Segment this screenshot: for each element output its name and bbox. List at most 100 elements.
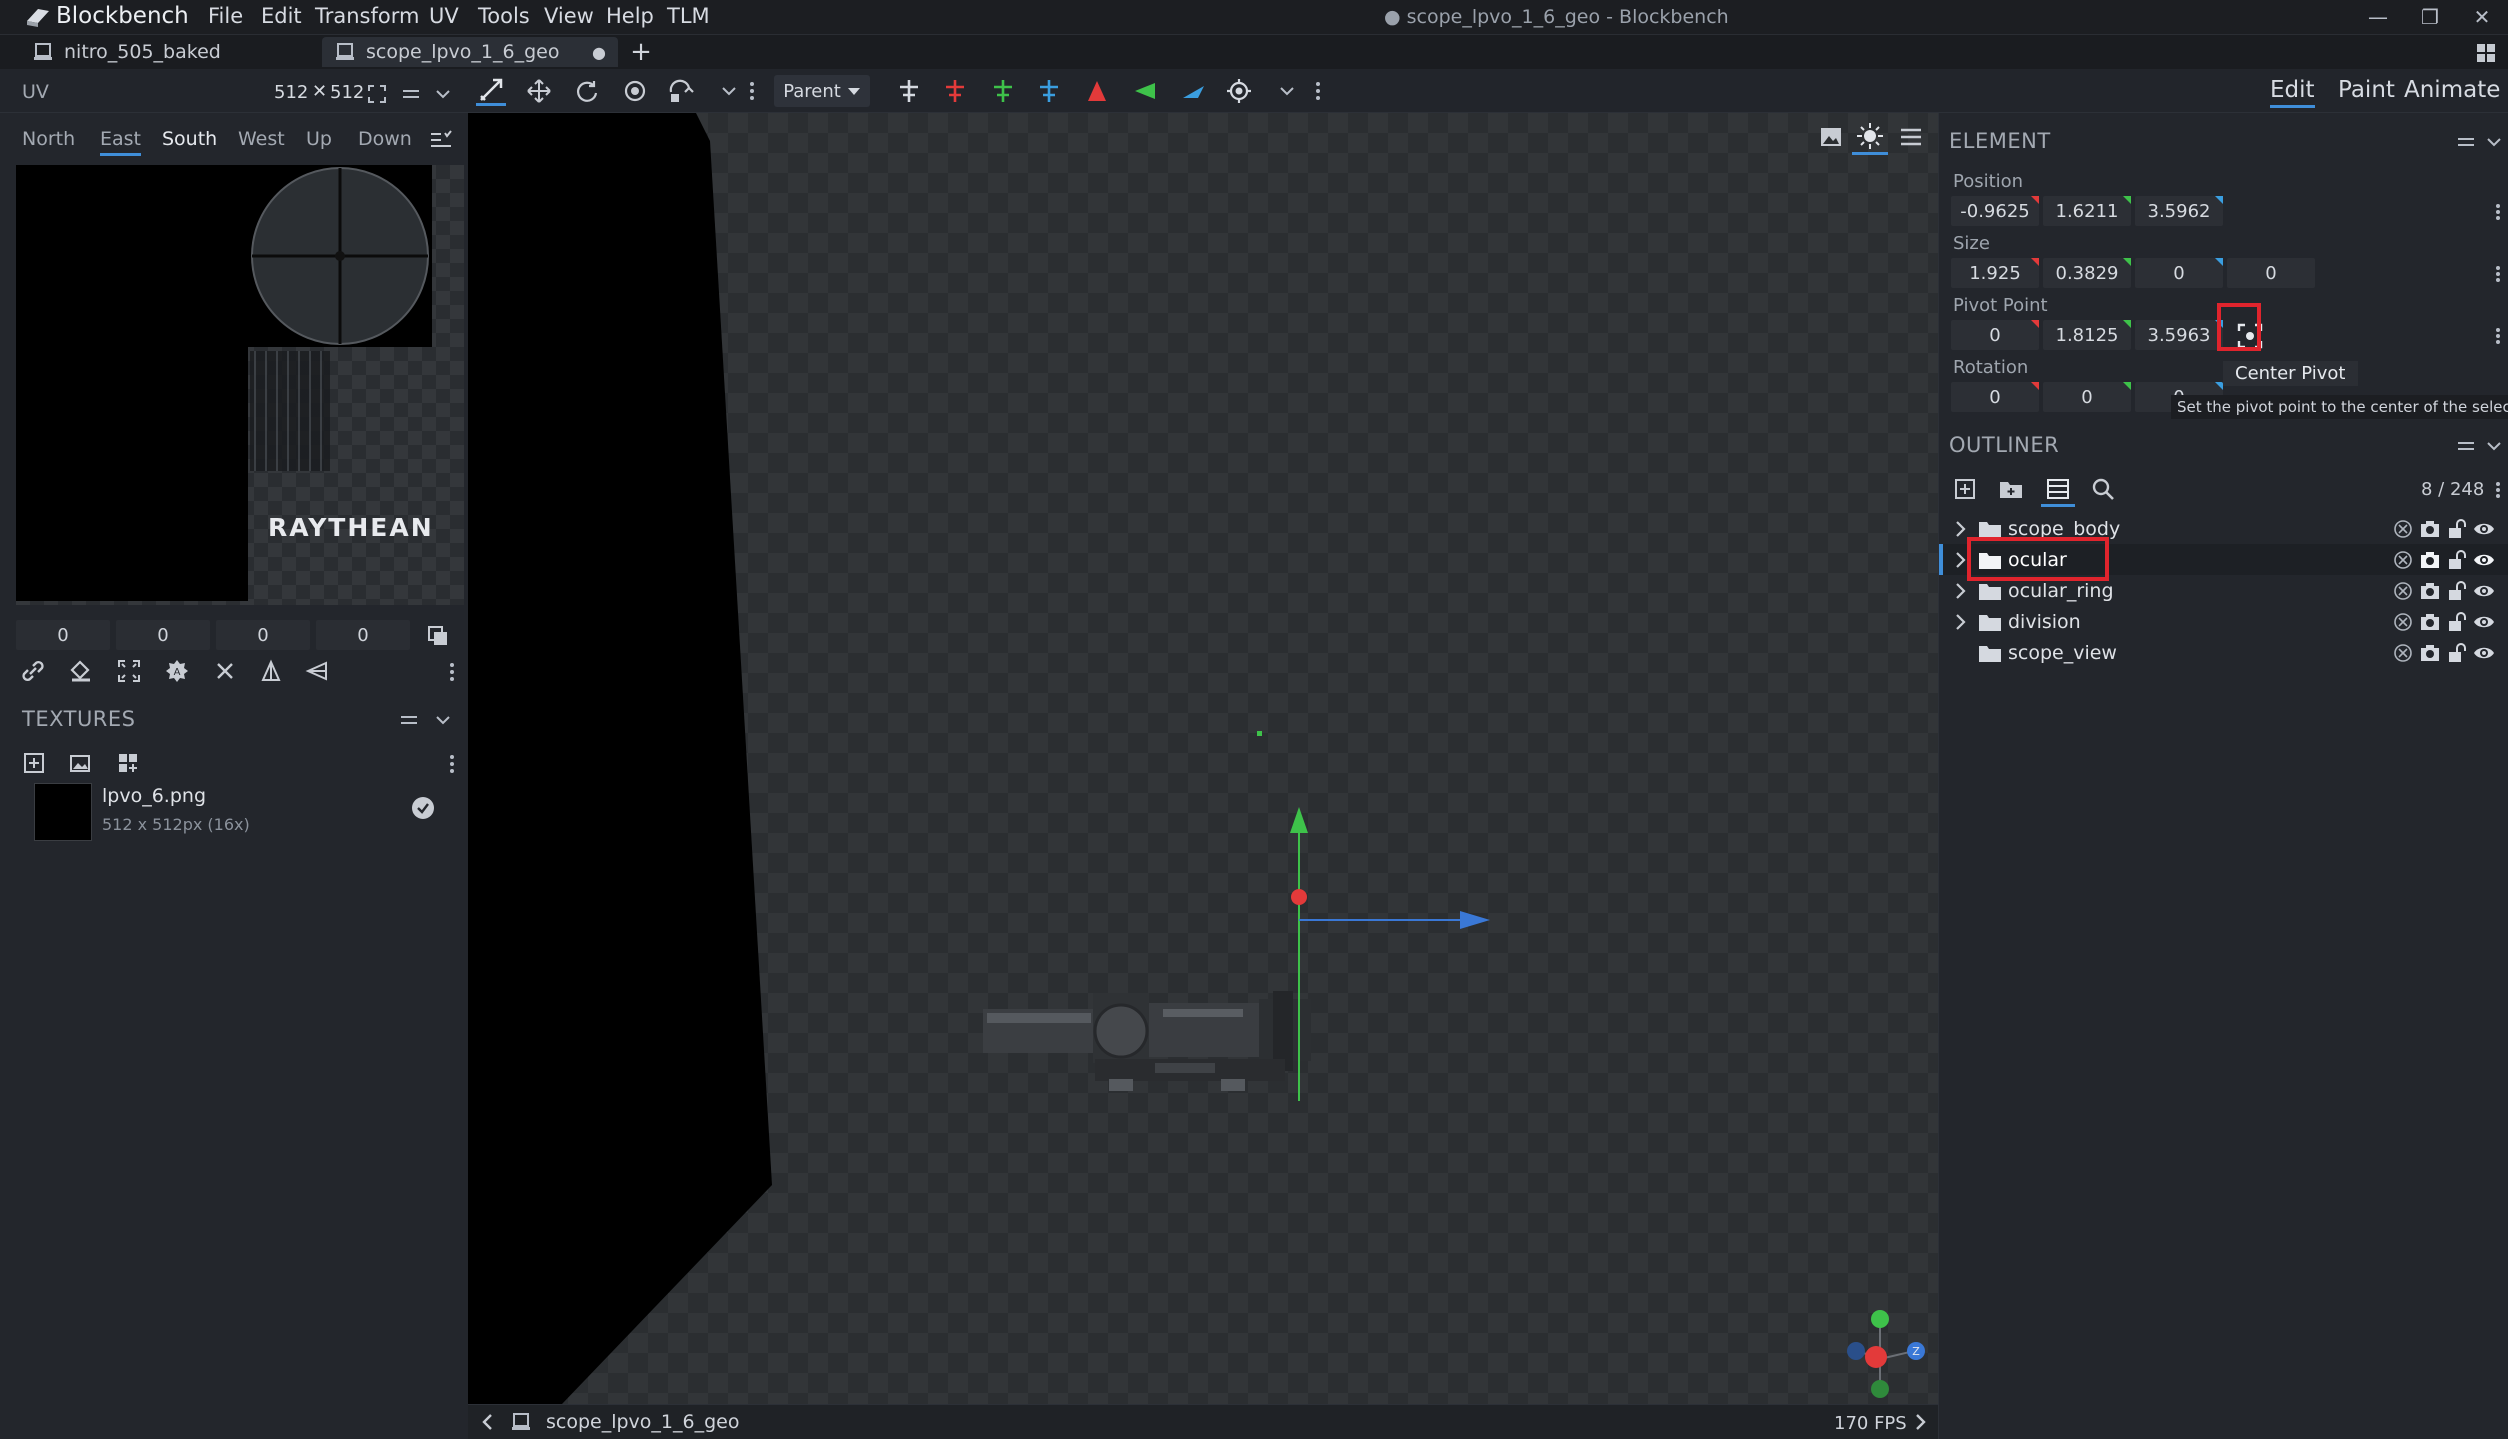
pivot-more-chevron-icon[interactable] [1272,76,1302,106]
close-button[interactable]: ✕ [2462,2,2502,32]
center-x-icon[interactable] [940,76,970,106]
export-toggle-icon[interactable] [2393,612,2413,632]
clear-uv-icon[interactable] [210,657,240,685]
new-tab-plus-icon[interactable]: + [628,37,654,67]
uv-face-down[interactable]: Down [358,128,412,150]
render-camera-icon[interactable] [2419,581,2441,601]
chevron-right-icon[interactable] [1955,582,1967,600]
maximize-uv-icon[interactable] [114,657,144,685]
create-texture-icon[interactable] [66,749,94,777]
position-x-input[interactable]: -0.9625 [1951,196,2039,226]
visibility-eye-icon[interactable] [2473,519,2495,539]
position-y-input[interactable]: 1.6211 [2043,196,2131,226]
tab-nitro-505-baked[interactable]: nitro_505_baked [20,37,320,67]
lighting-sun-icon[interactable] [1852,119,1888,155]
texture-applied-check-icon[interactable] [410,795,436,821]
outliner-search-icon[interactable] [2089,475,2117,503]
textures-collapse-icon[interactable] [398,709,420,731]
pivot-target-icon[interactable] [1224,76,1254,106]
fill-bucket-icon[interactable] [66,657,96,685]
size-kebab-icon[interactable] [2493,263,2503,285]
grid-menu-icon[interactable] [2474,41,2498,65]
uv-collapse-icon[interactable] [400,83,422,105]
outliner-collapse-icon[interactable] [2455,435,2477,457]
toolbar-kebab-icon[interactable] [746,76,758,106]
tool-more-chevron-icon[interactable] [714,76,744,106]
flip-x-icon[interactable] [1082,76,1112,106]
uv-tools-kebab-icon[interactable] [446,661,458,683]
chevron-right-icon[interactable] [1955,551,1967,569]
uv-face-east[interactable]: East [100,128,141,156]
export-toggle-icon[interactable] [2393,550,2413,570]
mirror-y-icon[interactable] [302,657,332,685]
mode-paint-tab[interactable]: Paint [2338,77,2395,103]
pivot-x-input[interactable]: 0 [1951,320,2039,350]
background-image-icon[interactable] [1816,123,1846,151]
chevron-right-icon[interactable] [1955,520,1967,538]
menu-tools[interactable]: Tools [478,4,530,28]
flip-y-icon[interactable] [1130,76,1160,106]
uv-input-y1[interactable]: 0 [116,620,210,650]
rotation-x-input[interactable]: 0 [1951,382,2039,412]
rotate-tool-icon[interactable] [572,76,602,106]
texture-atlas-icon[interactable] [114,749,142,777]
flip-z-icon[interactable] [1178,76,1208,106]
menu-file[interactable]: File [208,4,243,28]
viewport-menu-icon[interactable] [1896,123,1926,151]
visibility-eye-icon[interactable] [2473,643,2495,663]
menu-uv[interactable]: UV [429,4,459,28]
size-x-input[interactable]: 1.925 [1951,258,2039,288]
visibility-eye-icon[interactable] [2473,581,2495,601]
position-kebab-icon[interactable] [2493,201,2503,223]
mode-animate-tab[interactable]: Animate [2404,77,2500,103]
render-camera-icon[interactable] [2419,519,2441,539]
unlock-icon[interactable] [2447,642,2467,663]
transform-space-select[interactable]: Parent [774,75,870,107]
move-tool-icon[interactable] [476,76,506,106]
chevron-right-icon[interactable] [1910,1411,1932,1433]
texture-list-item[interactable]: lpvo_6.png 512 x 512px (16x) [28,783,458,845]
restore-button[interactable]: ❐ [2410,2,2450,32]
uv-input-x2[interactable]: 0 [216,620,310,650]
export-toggle-icon[interactable] [2393,581,2413,601]
unlock-icon[interactable] [2447,580,2467,601]
tab-scope-lpvo-1-6-geo[interactable]: scope_lpvo_1_6_geo ● [322,37,618,67]
pivot-z-input[interactable]: 3.5963 [2135,320,2223,350]
menu-transform[interactable]: Transform [315,4,419,28]
uv-input-x1[interactable]: 0 [16,620,110,650]
menu-tlm[interactable]: TLM [667,4,710,28]
outliner-chevron-down-icon[interactable] [2483,435,2505,457]
export-toggle-icon[interactable] [2393,519,2413,539]
visibility-eye-icon[interactable] [2473,550,2495,570]
element-chevron-down-icon[interactable] [2483,131,2505,153]
render-camera-icon[interactable] [2419,612,2441,632]
uv-face-west[interactable]: West [238,128,285,150]
center-y-icon[interactable] [988,76,1018,106]
menu-view[interactable]: View [544,4,594,28]
uv-fullscreen-icon[interactable] [366,83,388,105]
unlock-icon[interactable] [2447,611,2467,632]
textures-kebab-icon[interactable] [446,753,458,775]
menu-edit[interactable]: Edit [261,4,302,28]
add-cube-icon[interactable] [1951,475,1979,503]
unlock-icon[interactable] [2447,549,2467,570]
chevron-right-icon[interactable] [1955,613,1967,631]
chevron-left-icon[interactable] [476,1411,498,1433]
orientation-gizmo[interactable]: Z [1834,1309,1930,1399]
outliner-item-ocular-ring[interactable]: ocular_ring [1939,575,2508,606]
add-group-icon[interactable] [1997,475,2025,503]
unsaved-indicator[interactable]: ● [592,43,606,62]
outliner-kebab-icon[interactable] [2493,479,2503,501]
size-y-input[interactable]: 0.3829 [2043,258,2131,288]
visibility-eye-icon[interactable] [2473,612,2495,632]
export-toggle-icon[interactable] [2393,643,2413,663]
import-texture-icon[interactable] [20,749,48,777]
render-camera-icon[interactable] [2419,643,2441,663]
uv-input-y2[interactable]: 0 [316,620,410,650]
position-z-input[interactable]: 3.5962 [2135,196,2223,226]
link-icon[interactable] [18,657,48,685]
uv-editor-canvas[interactable]: RAYTHEAN [16,165,464,605]
element-collapse-icon[interactable] [2455,131,2477,153]
size-z-input[interactable]: 0 [2135,258,2223,288]
outliner-item-division[interactable]: division [1939,606,2508,637]
